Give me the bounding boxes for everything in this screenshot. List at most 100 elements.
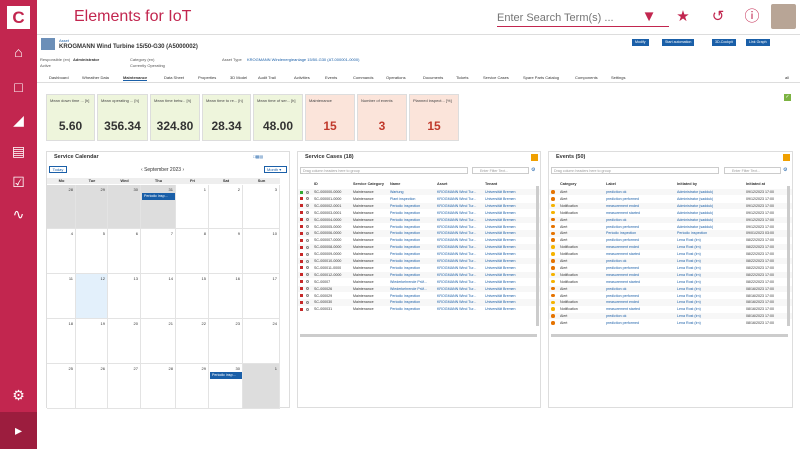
table-cell[interactable]: Administrator (sadduk) [677, 217, 745, 223]
table-cell[interactable]: Lena Rost (lrn) [677, 251, 745, 257]
calendar-day-cell[interactable]: 23 [209, 319, 243, 364]
calendar-day-cell[interactable]: 22 [176, 319, 209, 364]
table-row[interactable]: SC-000012-0000 Maintenance Periodic inspec… [298, 271, 540, 278]
select-checkbox[interactable] [306, 266, 309, 270]
calendar-day-cell[interactable]: 28 [141, 364, 176, 409]
table-row[interactable]: Alert prediction ok Lena Rost (lrn) 08/22/2… [549, 258, 792, 265]
select-checkbox[interactable] [306, 197, 309, 201]
table-cell[interactable]: Periodic inspection [677, 230, 745, 236]
table-row[interactable]: Alert prediction performed Lena Rost (lrn)… [549, 292, 792, 299]
table-cell[interactable]: KROGMANN Wind Tur... [437, 196, 484, 202]
table-cell[interactable]: KROGMANN Wind Tur... [437, 293, 484, 299]
table-cell[interactable]: Universität Bremen [485, 251, 539, 257]
tab-components[interactable]: Components [575, 75, 598, 80]
calendar-day-cell[interactable]: 16 [209, 274, 243, 319]
table-cell[interactable]: measurement started [606, 251, 676, 257]
table-cell[interactable]: prediction performed [606, 237, 676, 243]
table-row[interactable]: Alert prediction ok Administrator (sadduk)… [549, 216, 792, 223]
table-row[interactable]: SC-000030 Maintenance Periodic inspection K… [298, 299, 540, 306]
start-automation-button[interactable]: Start automation [662, 39, 695, 46]
calendar-day-cell[interactable]: 5 [76, 229, 108, 274]
edit-kpi-icon[interactable]: ✓ [784, 94, 791, 101]
select-checkbox[interactable] [306, 307, 309, 311]
table-cell[interactable]: Lena Rost (lrn) [677, 237, 745, 243]
table-cell[interactable]: Administrator (sadduk) [677, 224, 745, 230]
tab-dashboard[interactable]: Dashboard [49, 75, 69, 80]
table-cell[interactable]: KROGMANN Wind Tur... [437, 224, 484, 230]
calendar-day-cell[interactable]: 8 [176, 229, 209, 274]
tab-properties[interactable]: Properties [198, 75, 216, 80]
table-cell[interactable]: Universität Bremen [485, 196, 539, 202]
table-cell[interactable]: Universität Bremen [485, 210, 539, 216]
calendar-day-cell[interactable]: 10 [243, 229, 280, 274]
calendar-event[interactable]: Periodic insp... [142, 193, 175, 200]
table-row[interactable]: SC-000004-0000 Maintenance Periodic inspec… [298, 216, 540, 223]
table-cell[interactable]: measurement ended [606, 299, 676, 305]
table-row[interactable]: Notification measurement ended Lena Rost (… [549, 244, 792, 251]
table-row[interactable]: Notification measurement started Lena Rost… [549, 306, 792, 313]
select-checkbox[interactable] [306, 259, 309, 263]
calendar-day-cell[interactable]: 24 [243, 319, 280, 364]
table-row[interactable]: SC-000008-0000 Maintenance Periodic inspec… [298, 244, 540, 251]
calendar-event[interactable]: Periodic insp... [210, 372, 242, 379]
table-row[interactable]: Alert prediction performed Administrator (… [549, 195, 792, 203]
tab-operations[interactable]: Operations [386, 75, 406, 80]
table-cell[interactable]: Universität Bremen [485, 244, 539, 250]
table-cell[interactable]: KROGMANN Wind Tur... [437, 306, 484, 312]
table-cell[interactable]: Administrator (sadduk) [677, 189, 745, 195]
calendar-day-cell[interactable]: 29 [176, 364, 209, 409]
calendar-day-cell[interactable]: 13 [108, 274, 141, 319]
table-cell[interactable]: measurement ended [606, 272, 676, 278]
panel-menu-icon[interactable] [783, 154, 790, 161]
table-row[interactable]: SC-000010-0000 Maintenance Periodic inspec… [298, 258, 540, 265]
logo[interactable]: C [7, 6, 30, 29]
table-cell[interactable]: prediction performed [606, 320, 676, 326]
tab-documents[interactable]: Documents [423, 75, 443, 80]
table-cell[interactable]: Lena Rost (lrn) [677, 313, 745, 319]
table-cell[interactable]: Universität Bremen [485, 230, 539, 236]
table-row[interactable]: SC-000029 Maintenance Periodic inspection K… [298, 292, 540, 299]
table-row[interactable]: Notification measurement started Lena Rost… [549, 251, 792, 258]
table-cell[interactable]: Universität Bremen [485, 258, 539, 264]
group-drop-zone[interactable]: Drag column headers here to group [551, 167, 719, 174]
calendar-day-cell[interactable]: 11 [47, 274, 76, 319]
column-header[interactable]: Initiated at [746, 182, 765, 186]
calendar-day-cell[interactable]: 2 [209, 185, 243, 229]
table-row[interactable]: Notification measurement ended Lena Rost (… [549, 299, 792, 306]
calendar-day-cell[interactable]: 29 [76, 185, 108, 229]
calendar-day-cell[interactable]: 3 [243, 185, 280, 229]
table-row[interactable]: Alert prediction ok Lena Rost (lrn) 08/16/2… [549, 285, 792, 292]
table-row[interactable]: Alert prediction ok Lena Rost (lrn) 08/16/2… [549, 313, 792, 320]
table-row[interactable]: Alert prediction ok Administrator (sadduk)… [549, 189, 792, 196]
table-cell[interactable]: Periodic inspection [390, 265, 436, 271]
gear-icon[interactable]: ⚙ [531, 167, 539, 174]
select-checkbox[interactable] [306, 231, 309, 235]
table-cell[interactable]: measurement started [606, 210, 676, 216]
gear-icon[interactable]: ⚙ [783, 167, 791, 174]
tab-audit-trail[interactable]: Audit Trail [258, 75, 276, 80]
select-checkbox[interactable] [306, 294, 309, 297]
tab-wheather-data[interactable]: Wheather Data [82, 75, 109, 80]
calendar-day-cell[interactable]: 18 [47, 319, 76, 364]
table-row[interactable]: Notification measurement ended Administrat… [549, 202, 792, 209]
table-cell[interactable]: Universität Bremen [485, 293, 539, 299]
calendar-day-cell[interactable]: 6 [108, 229, 141, 274]
table-row[interactable]: SC-000005-0000 Maintenance Periodic inspec… [298, 223, 540, 230]
select-checkbox[interactable] [306, 287, 309, 291]
table-cell[interactable]: Periodic inspection [390, 217, 436, 223]
table-cell[interactable]: Universität Bremen [485, 286, 539, 292]
expand-icon[interactable]: ▸ [0, 412, 37, 449]
prev-month-icon[interactable]: ‹ [141, 167, 143, 173]
table-cell[interactable]: prediction performed [606, 224, 676, 230]
table-cell[interactable]: KROGMANN Wind Tur... [437, 299, 484, 305]
table-cell[interactable]: Universität Bremen [485, 279, 539, 285]
table-cell[interactable]: Universität Bremen [485, 265, 539, 271]
select-checkbox[interactable] [306, 218, 309, 222]
calendar-day-cell[interactable]: 28 [47, 185, 76, 229]
table-row[interactable]: SC-00007 Maintenance Wiederkehrende Prüf..… [298, 278, 540, 285]
table-cell[interactable]: measurement ended [606, 244, 676, 250]
tab-events[interactable]: Events [325, 75, 337, 80]
select-checkbox[interactable] [306, 225, 309, 228]
horizontal-scrollbar[interactable] [300, 334, 537, 337]
table-cell[interactable]: KROGMANN Wind Tur... [437, 189, 484, 195]
